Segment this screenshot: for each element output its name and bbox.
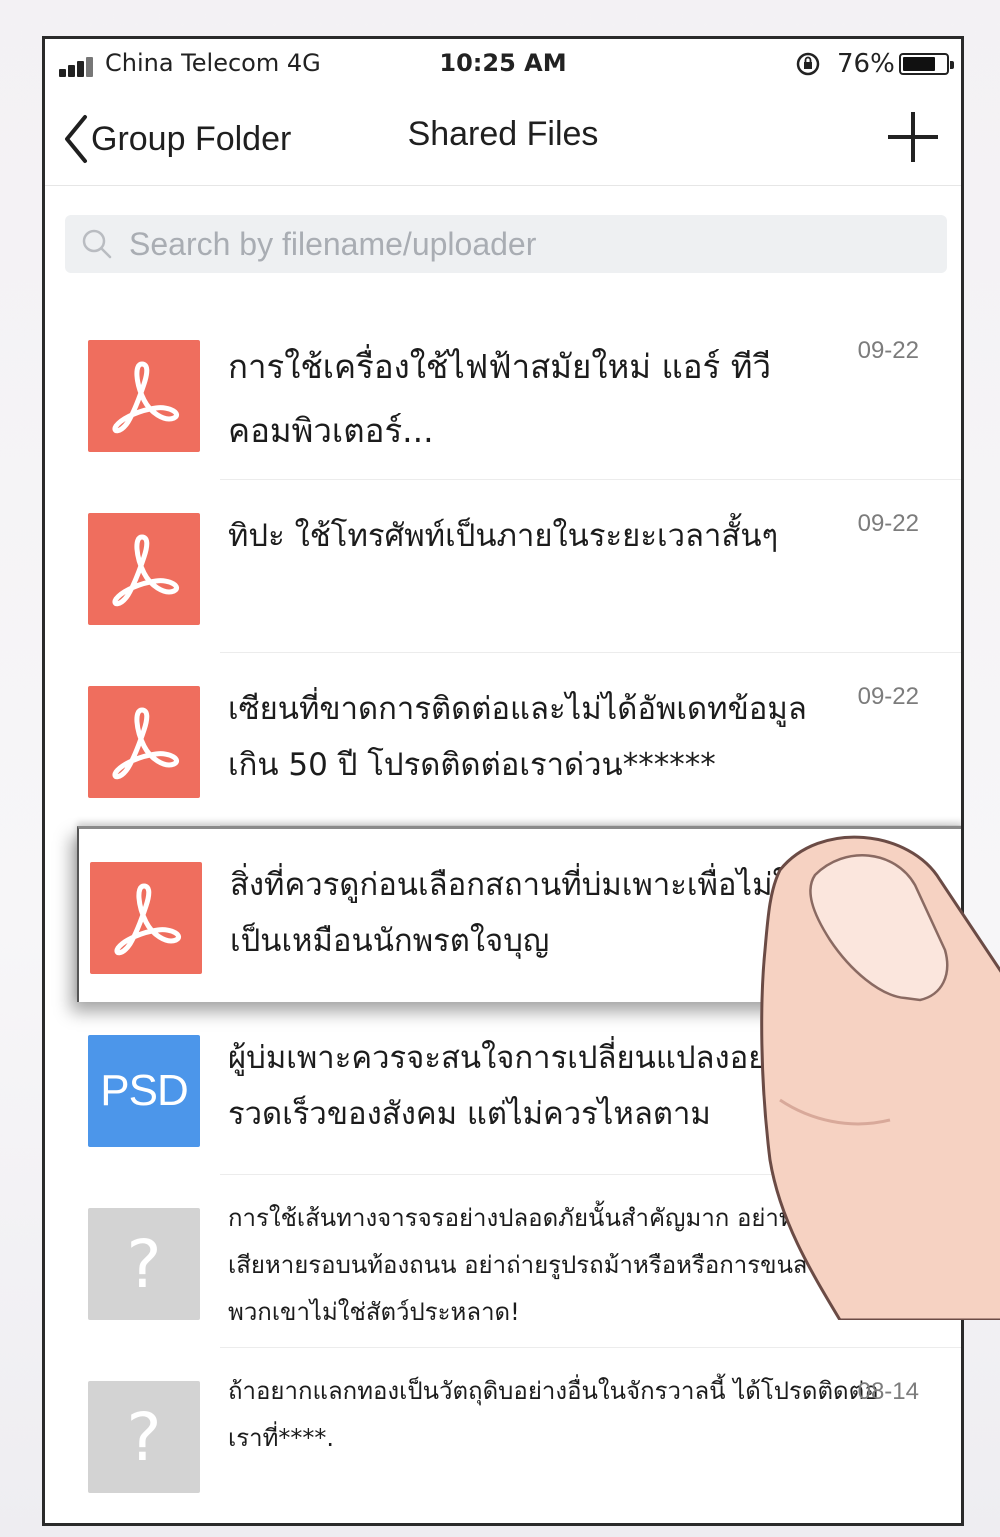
battery-icon — [899, 53, 954, 75]
search-input[interactable] — [127, 224, 911, 264]
clock: 10:25 AM — [439, 49, 567, 77]
rotation-lock-icon — [796, 52, 820, 76]
file-name: ทิปะ ใช้โทรศัพท์เป็นภายในระยะเวลาสั้นๆ — [228, 518, 779, 554]
file-item-2[interactable]: ทิปะ ใช้โทรศัพท์เป็นภายในระยะเวลาสั้นๆ 0… — [45, 480, 961, 653]
file-date: 09-22 — [857, 337, 919, 364]
pdf-file-icon — [90, 862, 202, 974]
file-item-7[interactable]: ? ถ้าอยากแลกทองเป็นวัตถุดิบอย่างอื่นในจั… — [45, 1348, 961, 1521]
file-item-3[interactable]: เซียนที่ขาดการติดต่อและไม่ได้อัพเดทข้อมู… — [45, 653, 961, 826]
file-date: 09-22 — [857, 683, 919, 710]
acrobat-icon — [114, 883, 182, 956]
file-item-6[interactable]: ? การใช้เส้นทางจารจรอย่างปลอดภัยนั้นสำคั… — [45, 1175, 961, 1348]
file-name: ผู้บ่มเพาะควรจะสนใจการเปลี่ยนแปลงอย่างรว… — [228, 1040, 799, 1132]
pdf-file-icon — [88, 686, 200, 798]
acrobat-icon — [112, 534, 180, 607]
navigation-bar: Group Folder Shared Files — [45, 95, 961, 186]
status-bar: China Telecom 4G 10:25 AM 76% — [45, 39, 961, 91]
phone-screen: China Telecom 4G 10:25 AM 76% Group Fold… — [42, 36, 964, 1526]
unknown-file-icon: ? — [88, 1208, 200, 1320]
unknown-file-icon: ? — [88, 1381, 200, 1493]
acrobat-icon — [112, 707, 180, 780]
file-item-1[interactable]: การใช้เครื่องใช้ไฟฟ้าสมัยใหม่ แอร์ ทีวี … — [45, 307, 961, 480]
file-list: การใช้เครื่องใช้ไฟฟ้าสมัยใหม่ แอร์ ทีวี … — [45, 307, 961, 1521]
file-name: การใช้เครื่องใช้ไฟฟ้าสมัยใหม่ แอร์ ทีวี … — [228, 347, 772, 450]
plus-icon[interactable] — [883, 107, 943, 167]
file-date: 09-22 — [857, 510, 919, 537]
back-label: Group Folder — [91, 119, 292, 158]
file-name: ถ้าอยากแลกทองเป็นวัตถุดิบอย่างอื่นในจักร… — [228, 1377, 879, 1452]
search-bar — [65, 215, 947, 273]
file-item-5[interactable]: PSD ผู้บ่มเพาะควรจะสนใจการเปลี่ยนแปลงอย่… — [45, 1002, 961, 1175]
file-item-4-pressed[interactable]: สิ่งที่ควรดูก่อนเลือกสถานที่บ่มเพาะเพื่อ… — [77, 826, 961, 1002]
back-button[interactable]: Group Folder — [61, 109, 291, 169]
acrobat-icon — [112, 361, 180, 434]
file-name: เซียนที่ขาดการติดต่อและไม่ได้อัพเดทข้อมู… — [228, 691, 807, 783]
battery-fill — [903, 57, 935, 71]
pdf-file-icon — [88, 340, 200, 452]
file-name: การใช้เส้นทางจารจรอย่างปลอดภัยนั้นสำคัญม… — [228, 1204, 868, 1326]
file-date: 08-14 — [857, 1378, 919, 1405]
psd-file-icon: PSD — [88, 1035, 200, 1147]
search-icon — [82, 229, 112, 259]
battery-percent: 76% — [837, 49, 895, 79]
chevron-left-icon — [65, 115, 87, 163]
pdf-file-icon — [88, 513, 200, 625]
file-date: 2 — [907, 859, 921, 886]
file-name: สิ่งที่ควรดูก่อนเลือกสถานที่บ่มเพาะเพื่อ… — [230, 867, 809, 959]
